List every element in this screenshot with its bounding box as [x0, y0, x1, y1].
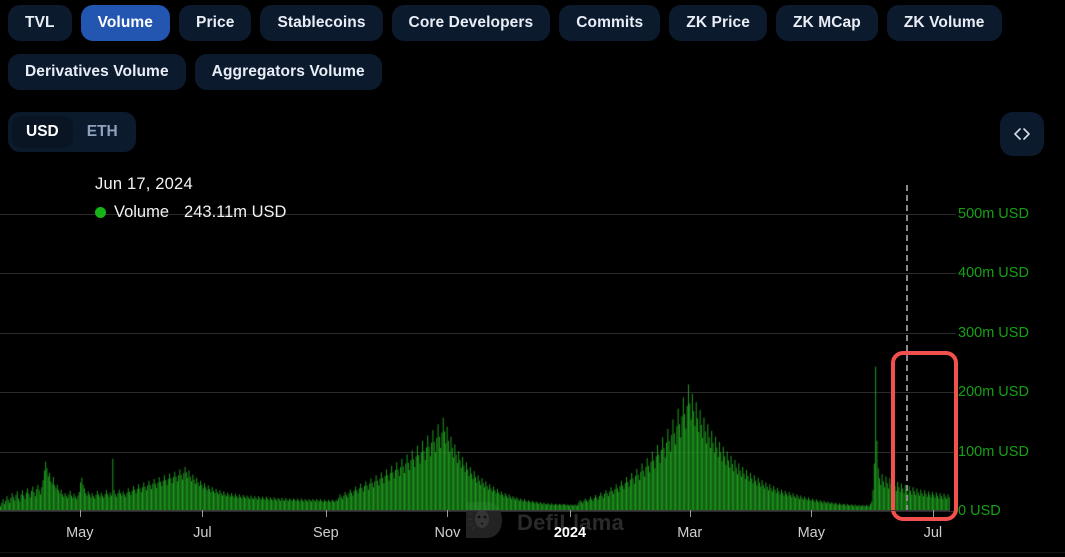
tab-zk-price[interactable]: ZK Price: [669, 5, 767, 41]
volume-chart[interactable]: 500m USD 400m USD 300m USD 200m USD 100m USD…: [0, 165, 1065, 537]
x-tick-2: [326, 510, 327, 517]
y-axis-label-200: 200m USD: [958, 384, 1029, 400]
tab-zk-mcap[interactable]: ZK MCap: [776, 5, 878, 41]
x-axis-line: [0, 510, 950, 511]
y-axis-label-100: 100m USD: [958, 444, 1029, 460]
x-tick-4: [570, 510, 571, 517]
x-tick-3: [447, 510, 448, 517]
y-tick-200: [950, 392, 956, 393]
tab-stablecoins[interactable]: Stablecoins: [260, 5, 382, 41]
tab-aggregators-volume[interactable]: Aggregators Volume: [195, 54, 382, 90]
x-axis-label-1: Jul: [193, 525, 212, 541]
tab-zk-volume[interactable]: ZK Volume: [887, 5, 1002, 41]
x-tick-1: [202, 510, 203, 517]
y-axis-label-300: 300m USD: [958, 325, 1029, 341]
chart-plot-area[interactable]: 500m USD 400m USD 300m USD 200m USD 100m USD…: [0, 165, 1065, 537]
y-axis-label-0: 0 USD: [958, 503, 1001, 519]
tooltip-date: Jun 17, 2024: [95, 175, 286, 194]
metric-tab-row-primary: TVLVolumePriceStablecoins Core Developers…: [8, 5, 1057, 41]
tab-core-developers[interactable]: Core Developers: [392, 5, 551, 41]
y-tick-300: [950, 333, 956, 334]
y-tick-400: [950, 273, 956, 274]
tooltip-series-value: 243.11m USD: [184, 203, 286, 222]
y-tick-0: [950, 511, 956, 512]
y-tick-500: [950, 214, 956, 215]
tooltip-series-name: Volume: [114, 203, 169, 222]
volume-bars[interactable]: [0, 191, 950, 511]
tab-price[interactable]: Price: [179, 5, 251, 41]
metric-tab-row-secondary: Derivatives VolumeAggregators Volume: [8, 54, 1057, 90]
chart-crosshair: [906, 185, 908, 511]
y-tick-100: [950, 452, 956, 453]
chart-tooltip: Jun 17, 2024 Volume 243.11m USD: [95, 175, 286, 222]
x-tick-0: [80, 510, 81, 517]
embed-code-button[interactable]: [1000, 112, 1044, 156]
x-axis-label-5: Mar: [677, 525, 702, 541]
currency-option-usd[interactable]: USD: [12, 116, 73, 148]
tab-commits[interactable]: Commits: [559, 5, 660, 41]
x-axis-label-7: Jul: [924, 525, 943, 541]
tab-derivatives-volume[interactable]: Derivatives Volume: [8, 54, 186, 90]
currency-toggle[interactable]: USD ETH: [8, 112, 136, 152]
x-axis-label-0: May: [66, 525, 93, 541]
footer-divider: [0, 552, 1065, 553]
x-tick-6: [811, 510, 812, 517]
defillama-volume-chart-page: TVLVolumePriceStablecoinsCore Developers…: [0, 0, 1065, 557]
x-axis-label-4: 2024: [554, 525, 586, 541]
y-axis-label-500: 500m USD: [958, 206, 1029, 222]
tooltip-series-row: Volume 243.11m USD: [95, 203, 286, 222]
chart-toolbar: USD ETH: [0, 112, 1065, 152]
tab-volume[interactable]: Volume: [81, 5, 170, 41]
tab-tvl[interactable]: TVL: [8, 5, 72, 41]
y-axis-label-400: 400m USD: [958, 265, 1029, 281]
x-tick-7: [933, 510, 934, 517]
code-brackets-icon: [1012, 126, 1032, 142]
currency-option-eth[interactable]: ETH: [73, 116, 132, 148]
x-tick-5: [690, 510, 691, 517]
x-axis-label-3: Nov: [435, 525, 461, 541]
x-axis-label-2: Sep: [313, 525, 339, 541]
metric-tabs: TVLVolumePriceStablecoins Core Developers…: [0, 0, 1065, 90]
x-axis-label-6: May: [798, 525, 825, 541]
tooltip-series-dot: [95, 207, 106, 218]
